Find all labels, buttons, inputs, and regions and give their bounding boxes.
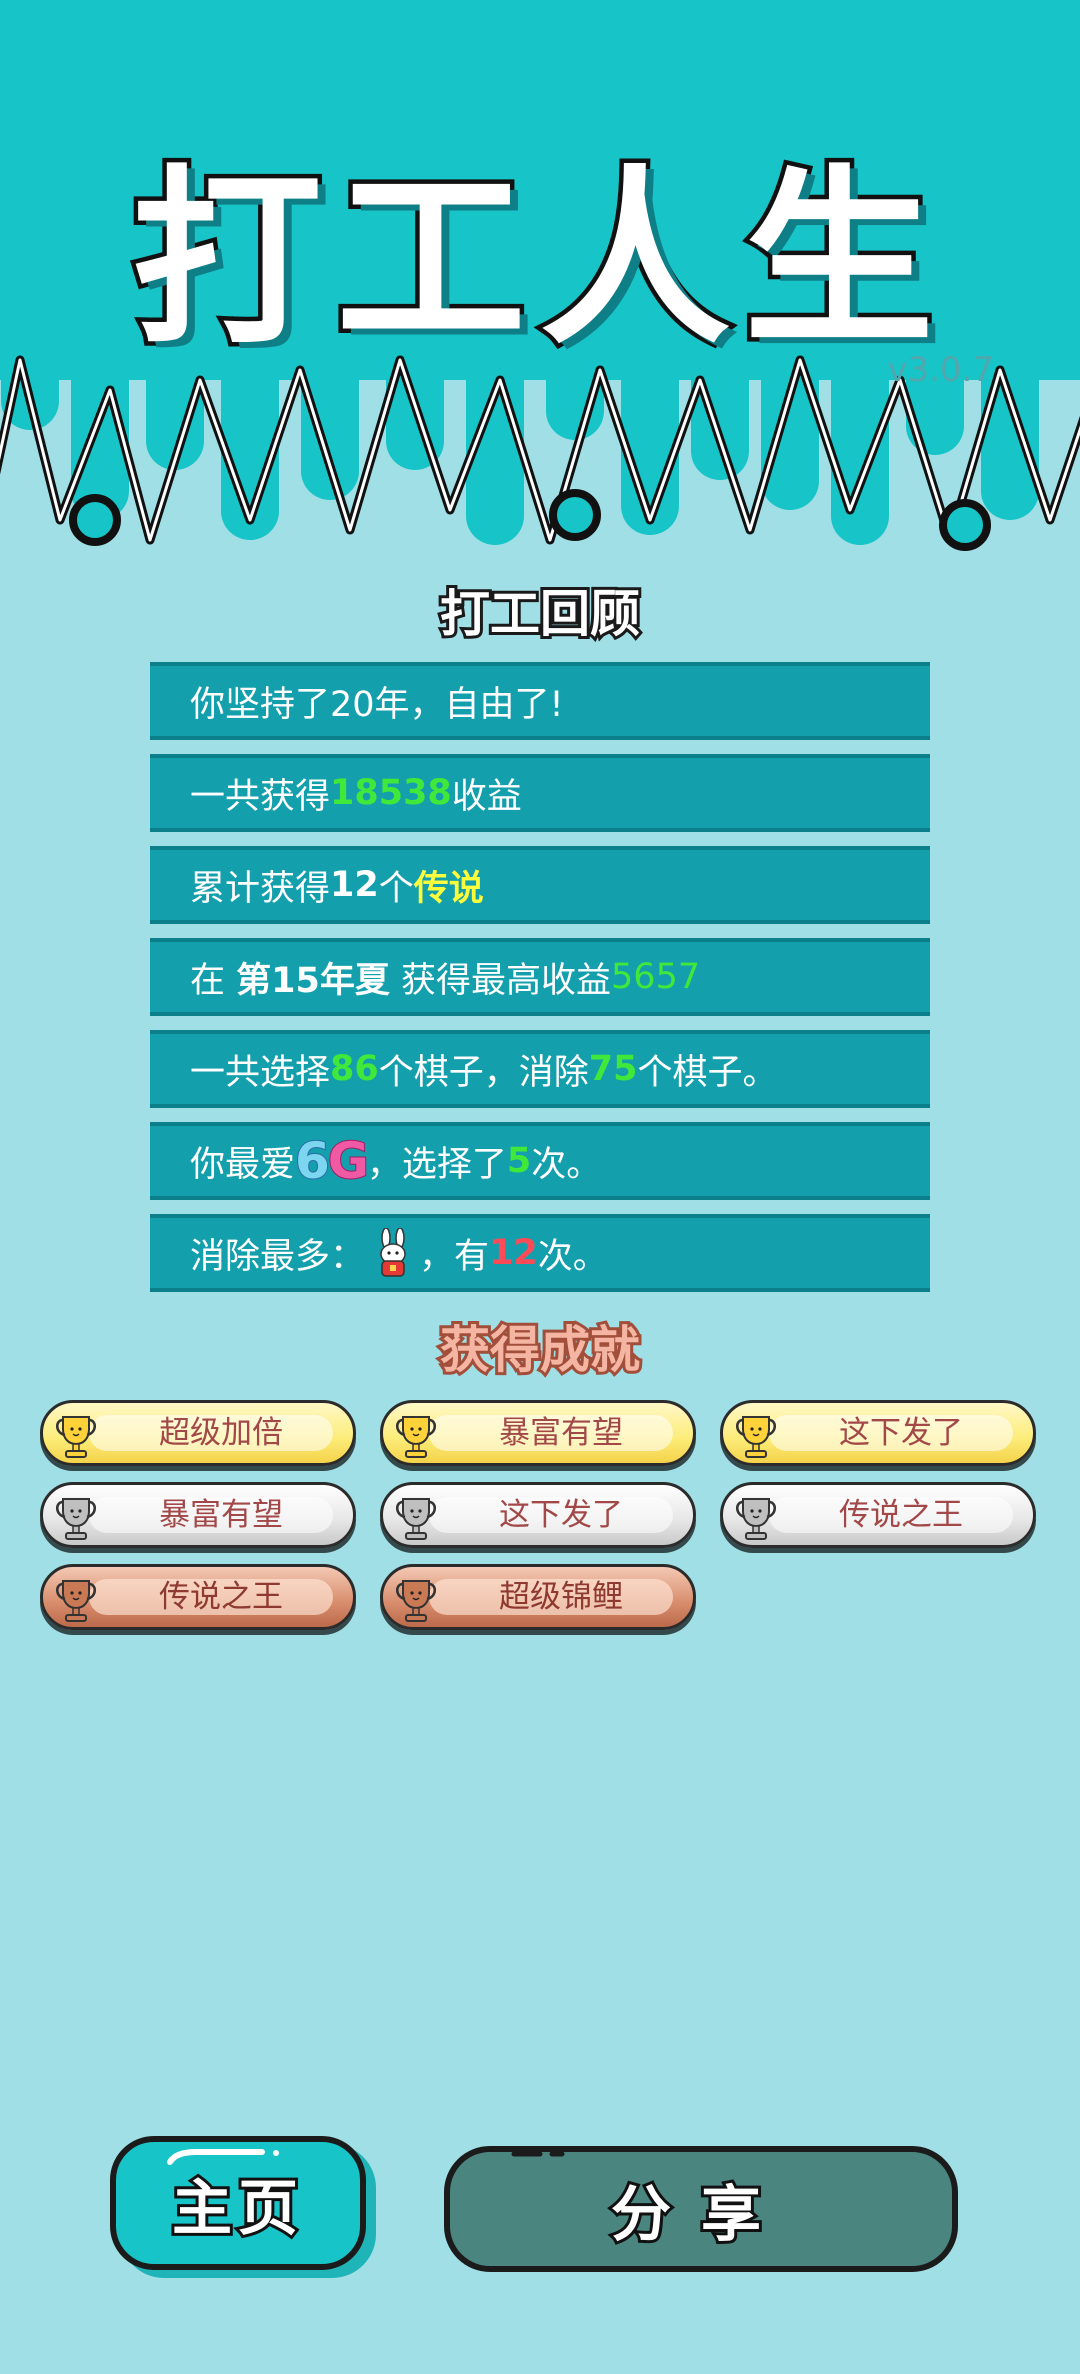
total-income-suffix: 收益	[451, 776, 522, 817]
achievement-badge[interactable]: 传说之王	[720, 1482, 1036, 1548]
achievement-label: 暴富有望	[499, 1415, 623, 1451]
best-income-value: 5657	[611, 957, 701, 997]
achievement-badge[interactable]: 暴富有望	[40, 1482, 356, 1548]
review-row-years-text: 你坚持了20年，自由了!	[190, 684, 564, 725]
most-removed-prefix: 消除最多：	[190, 1236, 366, 1277]
achievement-badge[interactable]: 超级加倍	[40, 1400, 356, 1466]
trophy-icon	[55, 1579, 97, 1623]
total-income-prefix: 一共获得	[190, 776, 331, 817]
drip-drop	[549, 489, 601, 541]
trophy-icon	[55, 1497, 97, 1541]
achievement-label: 超级锦鲤	[499, 1579, 623, 1615]
drip-drop	[69, 494, 121, 546]
share-button-label: 分享	[608, 2177, 791, 2253]
drip-drop	[939, 499, 991, 551]
version-label: v3.0.7	[887, 350, 994, 390]
trophy-icon	[395, 1415, 437, 1459]
achievement-label: 这下发了	[839, 1415, 963, 1451]
favorite-times: 5	[506, 1141, 532, 1181]
review-title: 打工回顾	[437, 582, 643, 646]
best-income-prefix: 在	[190, 960, 226, 1001]
review-row-best-income: 在 第15年夏 获得最高收益 5657	[150, 938, 930, 1016]
total-income-value: 18538	[330, 773, 452, 813]
game-title: 打工人生	[127, 145, 948, 375]
achievements-title: 获得成就	[437, 1318, 643, 1382]
trophy-icon	[395, 1579, 437, 1623]
favorite-6g-icon: 6G	[294, 1131, 370, 1191]
header-banner: 打工人生 v3.0.7	[0, 0, 1080, 560]
best-income-season: 第15年夏	[236, 960, 390, 1001]
achievement-label: 传说之王	[159, 1579, 283, 1615]
home-button[interactable]: 主页	[110, 2136, 366, 2270]
trophy-icon	[735, 1415, 777, 1459]
favorite-mid: ，选择了	[366, 1144, 507, 1185]
favorite-prefix: 你最爱	[190, 1144, 296, 1185]
review-row-most-removed: 消除最多： ，有 12 次。	[150, 1214, 930, 1292]
achievement-badge[interactable]: 传说之王	[40, 1564, 356, 1630]
review-row-pieces: 一共选择 86 个棋子，消除 75 个棋子。	[150, 1030, 930, 1108]
achievement-badge[interactable]: 暴富有望	[380, 1400, 696, 1466]
review-row-total-income: 一共获得 18538 收益	[150, 754, 930, 832]
favorite-6g-letter: G	[327, 1131, 370, 1191]
achievement-badge[interactable]: 超级锦鲤	[380, 1564, 696, 1630]
pieces-mid: 个棋子，消除	[378, 1052, 589, 1093]
most-removed-suffix: 次。	[537, 1236, 608, 1277]
achievement-label: 传说之王	[839, 1497, 963, 1533]
trophy-icon	[395, 1497, 437, 1541]
legends-unit: 个	[378, 868, 414, 909]
legends-count: 12	[330, 865, 379, 905]
achievement-label: 超级加倍	[159, 1415, 283, 1451]
review-row-favorite: 你最爱 6G ，选择了 5 次。	[150, 1122, 930, 1200]
achievement-label: 暴富有望	[159, 1497, 283, 1533]
pieces-removed: 75	[588, 1049, 638, 1089]
legends-prefix: 累计获得	[190, 868, 331, 909]
favorite-6g-digit: 6	[294, 1131, 331, 1191]
achievement-label: 这下发了	[499, 1497, 623, 1533]
achievement-badge[interactable]: 这下发了	[720, 1400, 1036, 1466]
review-list: 你坚持了20年，自由了! 一共获得 18538 收益 累计获得 12 个传说 在 第15…	[150, 662, 930, 1306]
legends-tag: 传说	[413, 868, 484, 909]
achievement-badge[interactable]: 这下发了	[380, 1482, 696, 1548]
favorite-suffix: 次。	[531, 1144, 602, 1185]
share-button[interactable]: 分享	[444, 2146, 958, 2272]
review-row-years: 你坚持了20年，自由了!	[150, 662, 930, 740]
pieces-prefix: 一共选择	[190, 1052, 331, 1093]
trophy-icon	[735, 1497, 777, 1541]
review-row-legends: 累计获得 12 个传说	[150, 846, 930, 924]
most-removed-times: 12	[489, 1233, 538, 1273]
trophy-icon	[55, 1415, 97, 1459]
best-income-mid: 获得最高收益	[401, 960, 612, 1001]
pieces-chosen: 86	[330, 1049, 379, 1089]
home-button-label: 主页	[169, 2171, 304, 2247]
most-removed-mid: ，有	[419, 1236, 490, 1277]
pieces-suffix: 个棋子。	[637, 1052, 778, 1093]
rabbit-icon	[380, 1228, 406, 1277]
